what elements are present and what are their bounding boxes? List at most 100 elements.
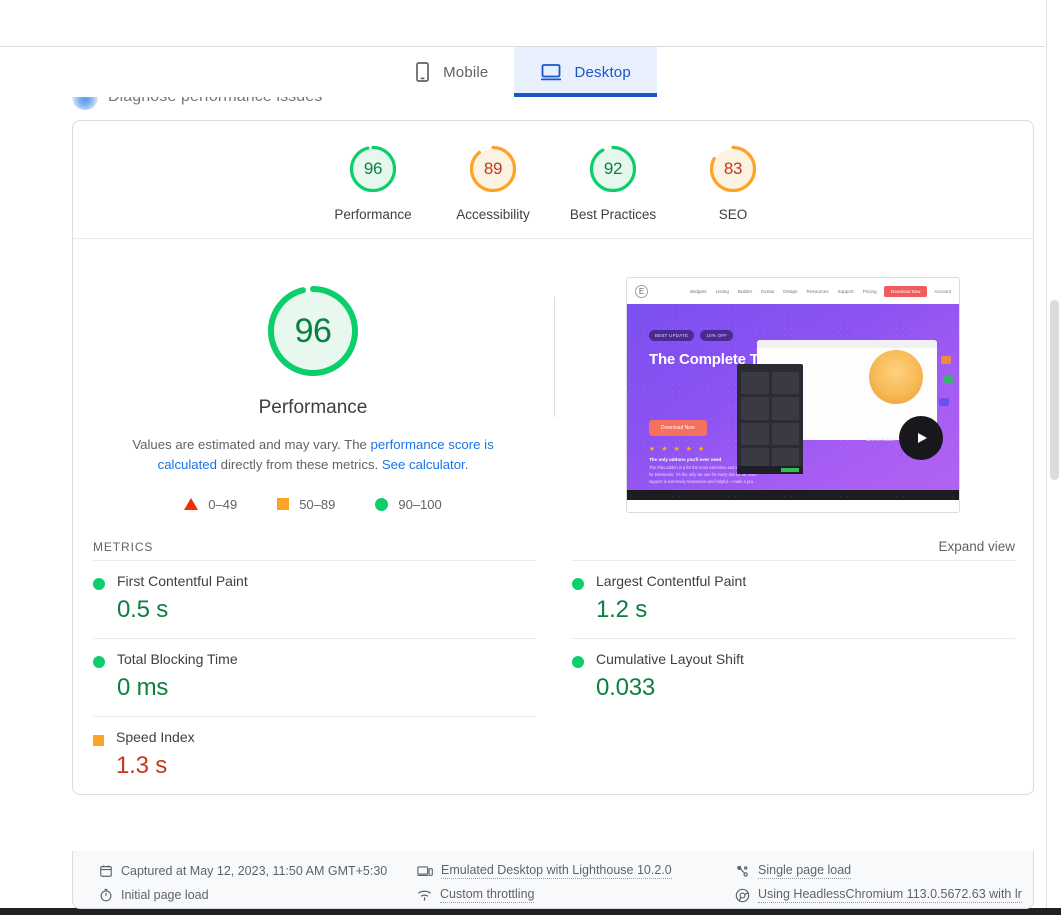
screenshot-navbar: E Widgets Listing Builder Extras Design … bbox=[627, 278, 959, 304]
metric-value: 1.2 s bbox=[596, 596, 648, 623]
metric-speed-index[interactable]: Speed Index 1.3 s bbox=[93, 716, 536, 794]
gauge-label-performance: Performance bbox=[334, 207, 412, 222]
legend-item-average: 50–89 bbox=[277, 497, 335, 512]
gauge-best-practices[interactable]: 92 Best Practices bbox=[553, 143, 673, 222]
window-bottom-bar bbox=[0, 908, 1061, 915]
screenshot-person-image bbox=[869, 350, 923, 404]
metrics-header: METRICS Expand view bbox=[73, 513, 1033, 560]
desktop-monitor-icon bbox=[540, 62, 562, 82]
category-score-gauges: 96 Performance 89 Accessibility 92 Best … bbox=[73, 121, 1033, 239]
square-average-icon bbox=[93, 735, 104, 746]
metadata-throttling[interactable]: Custom throttling bbox=[417, 887, 735, 903]
mobile-phone-icon bbox=[414, 61, 431, 83]
screenshot-floating-tag bbox=[939, 398, 949, 406]
screenshot-floating-tag bbox=[943, 376, 953, 384]
page-screenshot-thumbnail: E Widgets Listing Builder Extras Design … bbox=[626, 277, 960, 513]
gauge-value-best-practices: 92 bbox=[603, 159, 623, 178]
gauge-performance[interactable]: 96 Performance bbox=[313, 143, 433, 222]
screenshot-nav-item: Widgets bbox=[690, 288, 707, 294]
performance-score-value: 96 bbox=[294, 311, 332, 350]
screenshot-floating-tag bbox=[941, 356, 951, 364]
chrome-icon bbox=[735, 888, 750, 903]
metrics-column-left: First Contentful Paint 0.5 s Total Block… bbox=[93, 560, 536, 794]
metric-rating-mark bbox=[572, 573, 584, 624]
screenshot-nav-item: Builder bbox=[737, 288, 753, 294]
hero-score-panel: 96 Performance Values are estimated and … bbox=[73, 273, 553, 513]
triangle-poor-icon bbox=[184, 498, 199, 511]
metric-rating-mark bbox=[93, 573, 105, 624]
gauge-value-performance: 96 bbox=[363, 159, 383, 178]
screenshot-nav-item: Support bbox=[837, 288, 854, 294]
screenshot-widget-statusbar bbox=[737, 466, 803, 474]
metadata-text: Single page load bbox=[758, 863, 852, 879]
metadata-initial-page-load: Initial page load bbox=[99, 887, 417, 903]
score-explanation-text-1: Values are estimated and may vary. The bbox=[132, 437, 371, 452]
screenshot-status-indicator bbox=[781, 468, 799, 472]
legend-range-average: 50–89 bbox=[299, 496, 336, 512]
metadata-page-load-type[interactable]: Single page load bbox=[735, 863, 1033, 879]
metadata-user-agent[interactable]: Using HeadlessChromium 113.0.5672.63 wit… bbox=[735, 887, 1033, 903]
screenshot-browser-chrome bbox=[757, 340, 937, 348]
screenshot-nav-item: Design bbox=[783, 288, 798, 294]
run-metadata-grid: Captured at May 12, 2023, 11:50 AM GMT+5… bbox=[73, 851, 1033, 903]
screenshot-account-link: Account bbox=[934, 288, 951, 294]
circle-good-icon bbox=[375, 497, 389, 511]
gauge-value-accessibility: 89 bbox=[483, 159, 503, 178]
metadata-text: Custom throttling bbox=[440, 887, 535, 903]
circle-good-icon bbox=[572, 578, 584, 590]
metadata-emulated-device[interactable]: Emulated Desktop with Lighthouse 10.2.0 bbox=[417, 863, 735, 879]
screenshot-nav-actions: Download Now Account bbox=[883, 285, 951, 297]
gauge-ring-seo: 83 bbox=[707, 143, 759, 195]
metric-name: First Contentful Paint bbox=[117, 573, 248, 589]
metric-name: Cumulative Layout Shift bbox=[596, 651, 744, 667]
gauge-seo[interactable]: 83 SEO bbox=[673, 143, 793, 222]
circle-good-icon bbox=[93, 656, 105, 668]
metric-cumulative-layout-shift[interactable]: Cumulative Layout Shift 0.033 bbox=[572, 638, 1015, 716]
screenshot-widget-tile bbox=[771, 397, 799, 420]
metrics-title: METRICS bbox=[93, 540, 154, 554]
legend-item-poor: 0–49 bbox=[184, 497, 237, 512]
gauge-ring-accessibility: 89 bbox=[467, 143, 519, 195]
tab-mobile-label: Mobile bbox=[443, 63, 489, 81]
metric-value: 0 ms bbox=[117, 674, 169, 701]
screenshot-play-button bbox=[899, 416, 943, 460]
metric-value: 1.3 s bbox=[116, 752, 168, 779]
tab-desktop[interactable]: Desktop bbox=[514, 47, 657, 97]
performance-score-label: Performance bbox=[258, 397, 368, 418]
see-calculator-link[interactable]: See calculator bbox=[382, 457, 465, 472]
form-factor-tabs: Mobile Desktop bbox=[0, 47, 1045, 97]
metric-first-contentful-paint[interactable]: First Contentful Paint 0.5 s bbox=[93, 560, 536, 638]
square-average-icon bbox=[277, 498, 290, 511]
score-explanation-text-3: . bbox=[464, 456, 469, 472]
screenshot-nav-item: Pricing bbox=[862, 288, 877, 294]
gauge-label-seo: SEO bbox=[718, 207, 748, 222]
screenshot-nav-item: Resources bbox=[806, 288, 829, 294]
metadata-text: Initial page load bbox=[121, 887, 209, 902]
legend-item-good: 90–100 bbox=[375, 497, 442, 512]
gauge-label-accessibility: Accessibility bbox=[456, 207, 530, 222]
metric-rating-mark bbox=[93, 651, 105, 702]
legend-range-poor: 0–49 bbox=[208, 496, 238, 512]
screenshot-badge: 10% OFF bbox=[700, 330, 734, 341]
gauge-accessibility[interactable]: 89 Accessibility bbox=[433, 143, 553, 222]
expand-view-button[interactable]: Expand view bbox=[938, 539, 1015, 554]
gauge-ring-performance: 96 bbox=[347, 143, 399, 195]
run-metadata-footer: Captured at May 12, 2023, 11:50 AM GMT+5… bbox=[72, 851, 1034, 909]
metric-total-blocking-time[interactable]: Total Blocking Time 0 ms bbox=[93, 638, 536, 716]
page-scrollbar[interactable] bbox=[1046, 0, 1061, 908]
metric-largest-contentful-paint[interactable]: Largest Contentful Paint 1.2 s bbox=[572, 560, 1015, 638]
metric-name: Total Blocking Time bbox=[117, 651, 238, 667]
score-legend: 0–49 50–89 90–100 bbox=[184, 497, 442, 512]
screenshot-widget-panel bbox=[737, 364, 803, 474]
scrollbar-thumb[interactable] bbox=[1050, 300, 1059, 480]
metric-name: Largest Contentful Paint bbox=[596, 573, 747, 589]
tab-mobile[interactable]: Mobile bbox=[388, 47, 514, 97]
screenshot-widget-tile bbox=[741, 397, 769, 420]
screenshot-widget-tile bbox=[741, 422, 769, 445]
circle-good-icon bbox=[572, 656, 584, 668]
device-icon bbox=[417, 864, 433, 878]
metrics-column-right: Largest Contentful Paint 1.2 s Cumulativ… bbox=[572, 560, 1015, 794]
metric-rating-mark bbox=[572, 651, 584, 702]
screenshot-site-logo: E bbox=[635, 284, 648, 298]
gauge-value-seo: 83 bbox=[723, 159, 743, 178]
